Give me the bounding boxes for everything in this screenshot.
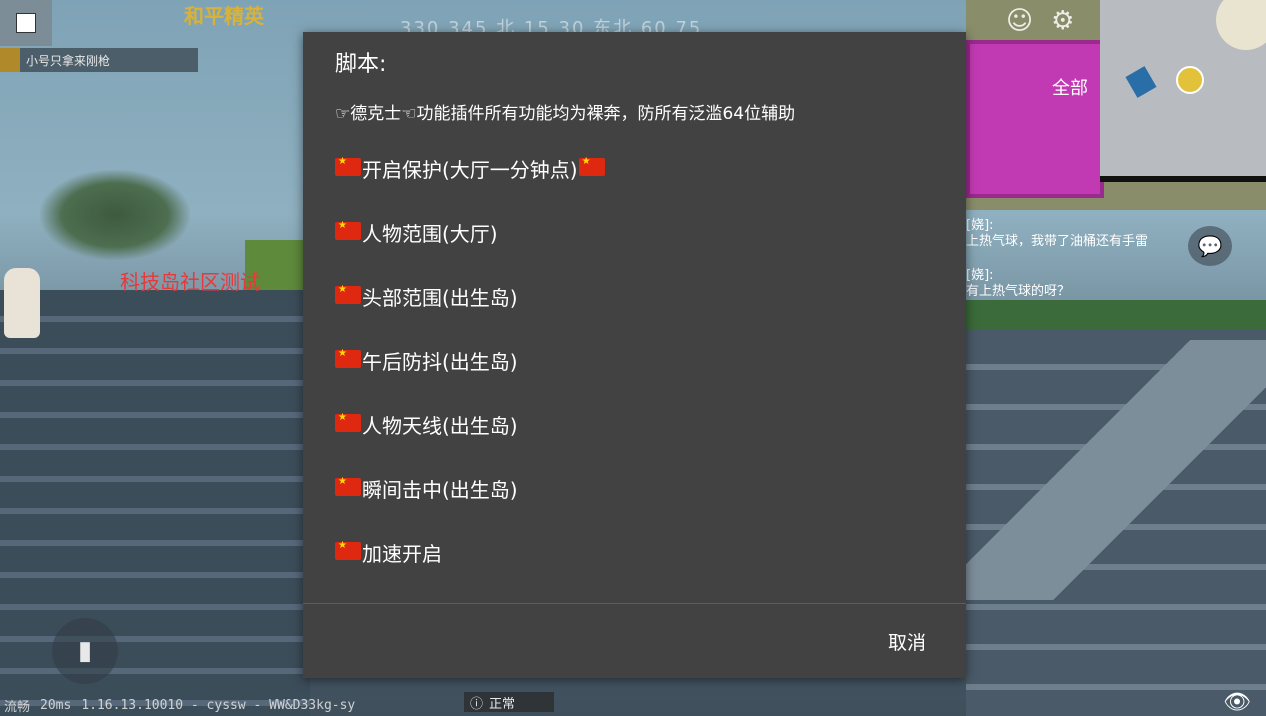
player-marker	[1176, 66, 1204, 94]
watermark-text: 科技岛社区测试	[120, 270, 260, 294]
china-flag-icon	[335, 348, 361, 368]
background-pink-wall	[966, 40, 1104, 198]
chat-log: [娆]: 上热气球，我带了油桶还有手雷 [娆]: 有上热气球的呀？	[966, 218, 1186, 318]
version-string: 1.16.13.10010 - cyssw - WW&D33kg-sy	[81, 697, 356, 713]
player-character	[4, 268, 40, 338]
backpack-icon[interactable]: ▮	[52, 618, 118, 684]
team-member-name: 小号只拿来刚枪	[26, 53, 111, 68]
option-label: 人物天线(出生岛)	[362, 414, 518, 438]
dialog-divider	[303, 603, 966, 604]
minimap[interactable]	[1100, 0, 1266, 182]
chat-bubble-icon[interactable]: 💬	[1188, 226, 1232, 266]
stance-label: 正常	[489, 696, 516, 712]
stance-status: ⓘ 正常	[464, 692, 554, 712]
info-icon: ⓘ	[470, 696, 484, 712]
square-icon	[16, 13, 36, 33]
game-screen: 和平精英 330 345 北 15 30 东北 60 75 小号只拿来刚枪 科技…	[0, 0, 1266, 716]
overlay-toggle-button[interactable]	[0, 0, 52, 46]
option-protection[interactable]: 开启保护(大厅一分钟点)	[335, 150, 935, 214]
china-flag-icon	[578, 156, 605, 176]
option-label: 头部范围(出生岛)	[362, 286, 518, 310]
chat-sender: [娆]:	[966, 218, 994, 233]
eye-icon[interactable]: 👁	[1222, 692, 1252, 714]
china-flag-icon	[335, 284, 361, 304]
background-stairs	[0, 290, 310, 716]
china-flag-icon	[335, 412, 361, 432]
china-flag-icon	[335, 220, 361, 240]
team-member-box: 小号只拿来刚枪	[0, 48, 198, 72]
chat-sender: [娆]:	[966, 268, 994, 283]
chat-message: [娆]: 上热气球，我带了油桶还有手雷	[966, 218, 1186, 250]
dialog-subtitle: ☞德克士☜功能插件所有功能均为裸奔，防所有泛滥64位辅助	[335, 104, 796, 124]
script-dialog: 脚本: ☞德克士☜功能插件所有功能均为裸奔，防所有泛滥64位辅助 开启保护(大厅…	[303, 32, 966, 678]
china-flag-icon	[335, 476, 361, 496]
option-speed[interactable]: 加速开启	[335, 534, 935, 598]
top-right-icons: ☺ ⚙	[1006, 6, 1074, 36]
script-option-list: 开启保护(大厅一分钟点) 人物范围(大厅) 头部范围(出生岛) 午后防抖(出生岛…	[335, 150, 935, 598]
chat-message: [娆]: 有上热气球的呀？	[966, 268, 1186, 300]
option-label: 开启保护(大厅一分钟点)	[362, 158, 578, 182]
background-tree	[40, 170, 190, 260]
ping-value: 20ms	[40, 697, 72, 713]
option-character-range[interactable]: 人物范围(大厅)	[335, 214, 935, 278]
minimap-zone-circle	[1216, 0, 1266, 50]
status-bar: 流畅 20ms 1.16.13.10010 - cyssw - WW&D33kg…	[0, 694, 424, 716]
team-tag	[0, 48, 20, 72]
voice-channel-label[interactable]: 全部	[1052, 74, 1088, 100]
option-instant-hit[interactable]: 瞬间击中(出生岛)	[335, 470, 935, 534]
option-antenna[interactable]: 人物天线(出生岛)	[335, 406, 935, 470]
gear-icon[interactable]: ⚙	[1051, 6, 1074, 36]
option-anti-shake[interactable]: 午后防抖(出生岛)	[335, 342, 935, 406]
option-head-range[interactable]: 头部范围(出生岛)	[335, 278, 935, 342]
china-flag-icon	[335, 156, 361, 176]
background-ramp	[966, 340, 1266, 600]
chat-text: 有上热气球的呀？	[966, 284, 1071, 299]
vehicle-marker	[1125, 66, 1157, 98]
emoji-icon[interactable]: ☺	[1006, 6, 1033, 36]
option-label: 瞬间击中(出生岛)	[362, 478, 518, 502]
cancel-button[interactable]: 取消	[888, 628, 926, 655]
option-label: 加速开启	[362, 542, 442, 566]
option-label: 人物范围(大厅)	[362, 222, 498, 246]
option-label: 午后防抖(出生岛)	[362, 350, 518, 374]
dialog-title: 脚本:	[335, 52, 387, 77]
china-flag-icon	[335, 540, 361, 560]
network-status: 流畅	[4, 699, 31, 715]
chat-text: 上热气球，我带了油桶还有手雷	[966, 234, 1149, 249]
game-logo: 和平精英	[184, 4, 264, 28]
